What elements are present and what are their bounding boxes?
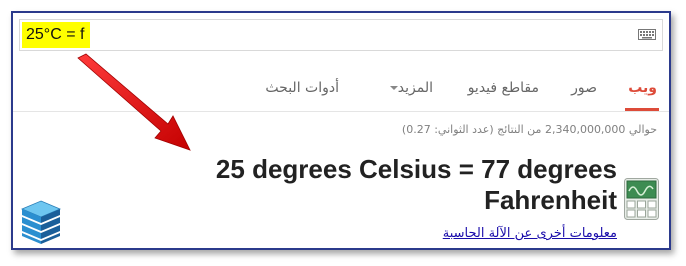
conversion-answer: 25 degrees Celsius = 77 degrees Fahrenhe… xyxy=(215,154,617,215)
search-tabs: ويب صور مقاطع فيديو المزيد أدوات البحث xyxy=(13,71,669,112)
screenshot-frame: 25°C = f ويب صور مقاطع فيديو المزيد أدوا… xyxy=(11,11,671,250)
tab-more[interactable]: المزيد xyxy=(386,80,433,96)
tab-images[interactable]: صور xyxy=(571,80,597,96)
keyboard-icon[interactable] xyxy=(638,29,656,40)
tab-web[interactable]: ويب xyxy=(628,80,657,96)
search-box[interactable]: 25°C = f xyxy=(19,19,663,51)
calculator-icon xyxy=(624,178,659,220)
calculator-more-info-link[interactable]: معلومات أخرى عن الآلة الحاسبة xyxy=(443,226,617,241)
search-query[interactable]: 25°C = f xyxy=(22,22,91,48)
chevron-down-icon xyxy=(389,86,398,90)
tab-search-tools[interactable]: أدوات البحث xyxy=(265,80,339,96)
active-tab-indicator xyxy=(625,108,659,111)
tab-videos[interactable]: مقاطع فيديو xyxy=(468,80,539,96)
cube-stack-logo xyxy=(20,200,62,244)
result-stats: حوالي 2,340,000,000 من النتائج (عدد الثو… xyxy=(401,123,657,136)
tab-more-label: المزيد xyxy=(397,80,433,96)
